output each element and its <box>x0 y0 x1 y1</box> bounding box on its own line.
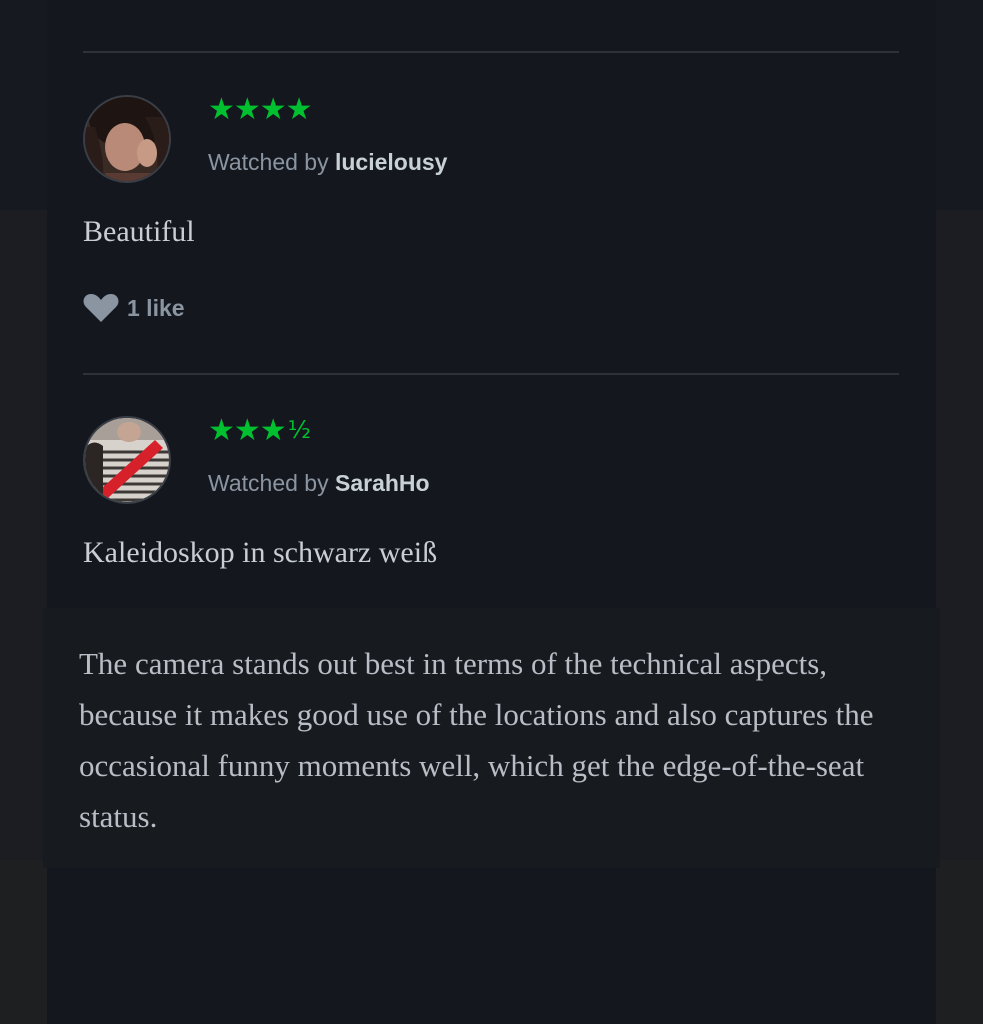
avatar[interactable] <box>83 95 171 183</box>
review-divider <box>83 373 899 375</box>
heart-icon <box>83 294 119 322</box>
review-card: ★★★½ Watched by SarahHo Kaleidoskop in s… <box>83 416 899 586</box>
like-count: 1 like <box>127 294 185 321</box>
caption-text: The camera stands out best in terms of t… <box>79 646 874 834</box>
avatar[interactable] <box>83 416 171 504</box>
rating-stars: ★★★★ <box>208 92 313 127</box>
like-button[interactable]: 1 like <box>83 293 185 323</box>
username-link[interactable]: SarahHo <box>335 470 430 496</box>
rating-stars: ★★★½ <box>208 413 311 448</box>
user-photo-icon <box>85 97 169 181</box>
caption-box: The camera stands out best in terms of t… <box>43 608 940 868</box>
review-text: Beautiful <box>83 215 195 248</box>
review-text: Kaleidoskop in schwarz weiß <box>83 536 438 569</box>
watched-by-label: Watched by <box>208 149 335 175</box>
username-link[interactable]: lucielousy <box>335 149 447 175</box>
review-card: ★★★★ Watched by lucielousy Beautiful 1 l… <box>83 95 899 335</box>
review-divider <box>83 51 899 53</box>
watched-by-label: Watched by <box>208 470 335 496</box>
user-photo-icon <box>85 418 169 502</box>
watched-by-line: Watched by SarahHo <box>208 470 430 497</box>
watched-by-line: Watched by lucielousy <box>208 149 447 176</box>
